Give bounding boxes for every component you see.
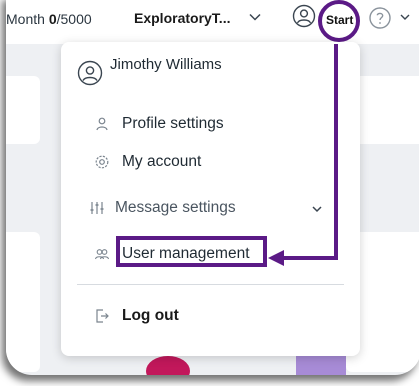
- annotation-arrow: [268, 44, 338, 266]
- screenshot-frame: Month 0/5000 ExploratoryT... Start Jimot…: [6, 0, 419, 375]
